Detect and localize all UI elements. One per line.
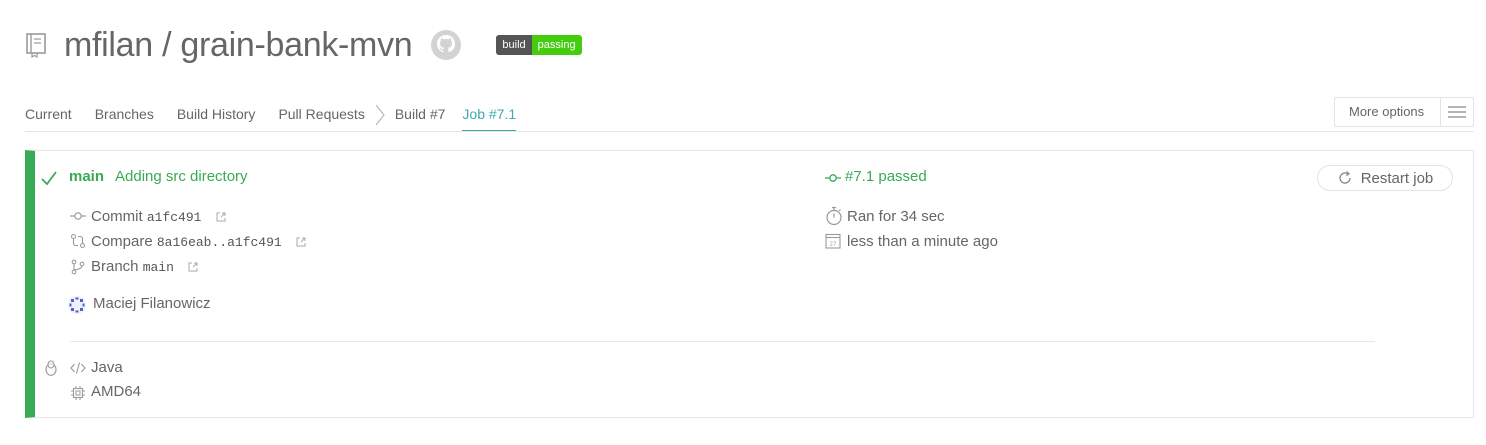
hamburger-icon[interactable]	[1440, 98, 1473, 126]
branch-name[interactable]: main	[143, 260, 174, 275]
repo-separator: /	[162, 25, 172, 64]
tab-build-history[interactable]: Build History	[177, 104, 256, 132]
calendar-day: 27	[830, 242, 837, 248]
more-options-button[interactable]: More options	[1334, 97, 1474, 127]
commit-message[interactable]: Adding src directory	[115, 168, 248, 185]
linux-icon	[44, 360, 58, 376]
commit-node-icon	[825, 171, 841, 185]
compare-label: Compare	[91, 233, 153, 250]
code-icon	[70, 361, 86, 375]
repo-tabs: Current Branches Build History Pull Requ…	[25, 104, 539, 132]
repo-name[interactable]: grain-bank-mvn	[180, 26, 412, 64]
repository-icon	[25, 32, 47, 58]
stopwatch-icon	[825, 206, 843, 226]
restart-icon	[1337, 170, 1353, 186]
commit-link[interactable]: Commit a1fc491	[91, 208, 226, 225]
compare-link[interactable]: Compare 8a16eab..a1fc491	[91, 233, 306, 250]
repo-title[interactable]: mfilan / grain-bank-mvn	[64, 25, 413, 65]
job-branch[interactable]: main	[69, 168, 104, 185]
tab-current[interactable]: Current	[25, 104, 72, 132]
chevron-right-icon	[373, 104, 387, 126]
tab-job[interactable]: Job #7.1	[462, 104, 517, 132]
external-link-icon[interactable]	[188, 262, 198, 272]
restart-job-button[interactable]: Restart job	[1317, 165, 1453, 191]
author-avatar	[68, 296, 86, 314]
restart-job-label: Restart job	[1360, 169, 1434, 187]
commit-sha[interactable]: a1fc491	[147, 210, 202, 225]
external-link-icon[interactable]	[216, 212, 226, 222]
repo-owner[interactable]: mfilan	[64, 26, 153, 64]
tab-pull-requests[interactable]: Pull Requests	[278, 104, 364, 132]
more-options-label: More options	[1349, 104, 1425, 119]
commit-label: Commit	[91, 208, 143, 225]
tabs-divider	[25, 131, 1474, 132]
cpu-icon	[70, 385, 86, 401]
tab-branches[interactable]: Branches	[95, 104, 154, 132]
compare-range[interactable]: 8a16eab..a1fc491	[157, 235, 282, 250]
github-icon[interactable]	[430, 29, 462, 61]
job-architecture: AMD64	[91, 383, 142, 400]
repo-header: mfilan / grain-bank-mvn build passing	[25, 22, 582, 68]
build-status-badge[interactable]: build passing	[496, 35, 582, 55]
job-duration: Ran for 34 sec	[847, 208, 945, 225]
check-icon	[40, 169, 58, 187]
job-language: Java	[91, 359, 123, 376]
card-divider	[70, 341, 1375, 342]
compare-icon	[70, 233, 86, 249]
badge-status: passing	[531, 35, 582, 55]
badge-label: build	[496, 35, 532, 55]
author-name: Maciej Filanowicz	[93, 295, 211, 312]
branch-link[interactable]: Branch main	[91, 258, 198, 275]
job-status: #7.1 passed	[845, 168, 927, 185]
tab-build[interactable]: Build #7	[395, 104, 446, 132]
job-summary-card: main Adding src directory #7.1 passed Re…	[25, 150, 1474, 418]
external-link-icon[interactable]	[296, 237, 306, 247]
commit-icon	[70, 209, 86, 223]
branch-label: Branch	[91, 258, 139, 275]
job-finished-time: less than a minute ago	[847, 233, 998, 250]
branch-icon	[70, 259, 86, 275]
calendar-icon: 27	[825, 233, 841, 249]
